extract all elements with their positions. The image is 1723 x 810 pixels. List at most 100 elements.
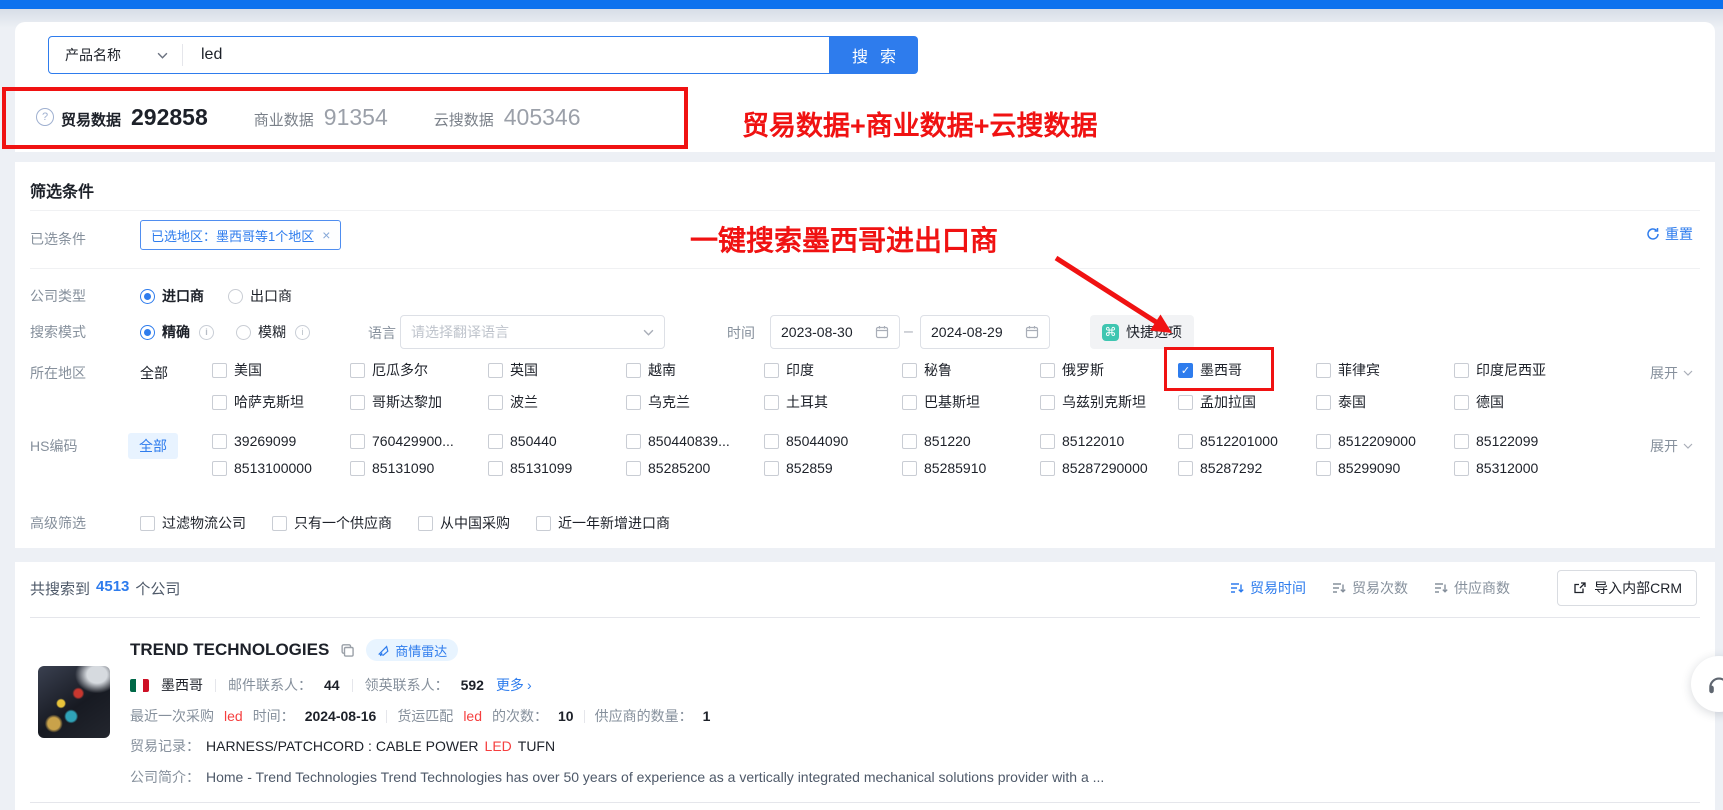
language-select[interactable]: 请选择翻译语言 [400, 315, 665, 349]
search-category-label: 产品名称 [65, 45, 121, 65]
region-checkbox[interactable]: 俄罗斯 [1040, 360, 1178, 380]
hs-checkbox[interactable]: 85122010 [1040, 433, 1178, 449]
hs-checkbox[interactable]: 85312000 [1454, 460, 1592, 476]
tab-cloud-data[interactable]: 云搜数据 405346 [434, 104, 581, 131]
region-checkbox[interactable]: 泰国 [1316, 392, 1454, 412]
checkbox [350, 363, 365, 378]
checkbox-label: 85287290000 [1062, 460, 1148, 476]
region-checkbox[interactable]: 越南 [626, 360, 764, 380]
import-crm-button[interactable]: 导入内部CRM [1557, 570, 1697, 606]
tab-count: 405346 [504, 104, 581, 131]
company-name[interactable]: TREND TECHNOLOGIES [130, 640, 329, 660]
region-checkbox[interactable]: 德国 [1454, 392, 1592, 412]
region-checkbox[interactable]: 乌兹别克斯坦 [1040, 392, 1178, 412]
chevron-down-icon [157, 52, 168, 59]
info-icon[interactable]: i [199, 325, 214, 340]
hs-checkbox[interactable]: 85287292 [1178, 460, 1316, 476]
radio-exporter[interactable]: 出口商 [228, 286, 292, 306]
search-button[interactable]: 搜索 [830, 36, 918, 74]
hs-expand-link[interactable]: 展开 [1650, 436, 1693, 456]
advanced-checkbox[interactable]: 从中国采购 [418, 513, 510, 533]
data-tabs: ? 贸易数据 292858 商业数据 91354 云搜数据 405346 [36, 90, 581, 144]
checkbox-label: 85122010 [1062, 433, 1124, 449]
search-card: 产品名称 led 搜索 ? 贸易数据 292858 商业数据 91354 云搜数… [15, 22, 1715, 152]
radio-exact[interactable]: 精确 i [140, 322, 214, 342]
search-box[interactable]: 产品名称 led [48, 36, 830, 74]
region-checkbox[interactable]: 厄瓜多尔 [350, 360, 488, 380]
tab-label: 贸易数据 [61, 109, 121, 130]
hs-checkbox[interactable]: 8513100000 [212, 460, 350, 476]
sort-trade-time[interactable]: 贸易时间 [1230, 578, 1306, 598]
hs-all[interactable]: 全部 [128, 433, 178, 459]
checkbox-label: 85122099 [1476, 433, 1538, 449]
advanced-checkbox[interactable]: 过滤物流公司 [140, 513, 246, 533]
sort-supplier-count[interactable]: 供应商数 [1434, 578, 1510, 598]
hs-checkbox[interactable]: 85285910 [902, 460, 1040, 476]
close-icon[interactable]: × [322, 227, 330, 243]
advanced-checkbox[interactable]: 近一年新增进口商 [536, 513, 670, 533]
region-checkbox[interactable]: 印度尼西亚 [1454, 360, 1592, 380]
company-photo[interactable] [38, 666, 110, 738]
region-checkbox[interactable]: 孟加拉国 [1178, 392, 1316, 412]
checkbox-label: 墨西哥 [1200, 360, 1242, 380]
hs-checkbox[interactable]: 850440839... [626, 433, 764, 449]
hs-checkbox[interactable]: 85285200 [626, 460, 764, 476]
region-checkbox-mexico-checked[interactable]: ✓ 墨西哥 [1178, 360, 1316, 380]
region-checkbox[interactable]: 英国 [488, 360, 626, 380]
headset-icon [1706, 671, 1723, 697]
checkbox-checked: ✓ [1178, 363, 1193, 378]
advanced-checkbox[interactable]: 只有一个供应商 [272, 513, 392, 533]
region-all[interactable]: 全部 [140, 363, 168, 383]
quick-options-label: 快捷选项 [1126, 322, 1182, 342]
hs-checkbox[interactable]: 760429900... [350, 433, 488, 449]
region-checkbox[interactable]: 乌克兰 [626, 392, 764, 412]
hs-checkbox[interactable]: 852859 [764, 460, 902, 476]
region-checkbox[interactable]: 美国 [212, 360, 350, 380]
hs-checkbox[interactable]: 8512209000 [1316, 433, 1454, 449]
hs-checkbox[interactable]: 851220 [902, 433, 1040, 449]
more-link[interactable]: 更多 › [496, 675, 532, 695]
hs-checkbox[interactable]: 8512201000 [1178, 433, 1316, 449]
reset-label: 重置 [1665, 224, 1693, 244]
help-icon[interactable]: ? [36, 108, 54, 126]
checkbox [1316, 434, 1331, 449]
hs-checkbox[interactable]: 85299090 [1316, 460, 1454, 476]
radio-importer[interactable]: 进口商 [140, 286, 204, 306]
hs-checkbox[interactable]: 85044090 [764, 433, 902, 449]
hs-checkbox[interactable]: 850440 [488, 433, 626, 449]
summary-prefix: 共搜索到 [30, 578, 90, 599]
region-checkbox[interactable]: 哈萨克斯坦 [212, 392, 350, 412]
region-checkbox[interactable]: 土耳其 [764, 392, 902, 412]
region-checkbox[interactable]: 波兰 [488, 392, 626, 412]
hs-checkbox[interactable]: 85131090 [350, 460, 488, 476]
hs-checkbox[interactable]: 85287290000 [1040, 460, 1178, 476]
tab-count: 292858 [131, 104, 208, 131]
sort-trade-count[interactable]: 贸易次数 [1332, 578, 1408, 598]
selected-region-chip[interactable]: 已选地区：墨西哥等1个地区 × [140, 220, 341, 250]
region-checkbox[interactable]: 秘鲁 [902, 360, 1040, 380]
info-icon[interactable]: i [295, 325, 310, 340]
hs-checkbox[interactable]: 39269099 [212, 433, 350, 449]
checkbox-label: 760429900... [372, 433, 454, 449]
region-expand-link[interactable]: 展开 [1650, 363, 1693, 383]
tab-trade-data[interactable]: 贸易数据 292858 [61, 104, 208, 131]
business-radar-badge[interactable]: 商情雷达 [366, 639, 458, 661]
quick-options-button[interactable]: ⌘ 快捷选项 [1090, 315, 1194, 349]
date-from-input[interactable]: 2023-08-30 [770, 315, 900, 349]
hs-checkbox[interactable]: 85131099 [488, 460, 626, 476]
checkbox [764, 363, 779, 378]
checkbox-label: 乌兹别克斯坦 [1062, 392, 1146, 412]
region-checkbox[interactable]: 印度 [764, 360, 902, 380]
region-checkbox[interactable]: 巴基斯坦 [902, 392, 1040, 412]
search-category-dropdown[interactable]: 产品名称 [49, 45, 182, 65]
copy-icon[interactable] [340, 643, 355, 658]
radio-fuzzy[interactable]: 模糊 i [236, 322, 310, 342]
reset-button[interactable]: 重置 [1646, 224, 1693, 244]
region-checkbox[interactable]: 菲律宾 [1316, 360, 1454, 380]
date-to-input[interactable]: 2024-08-29 [920, 315, 1050, 349]
search-input[interactable]: led [183, 46, 222, 64]
hs-checkbox[interactable]: 85122099 [1454, 433, 1592, 449]
tab-business-data[interactable]: 商业数据 91354 [254, 104, 388, 131]
region-checkbox[interactable]: 哥斯达黎加 [350, 392, 488, 412]
checkbox [350, 461, 365, 476]
